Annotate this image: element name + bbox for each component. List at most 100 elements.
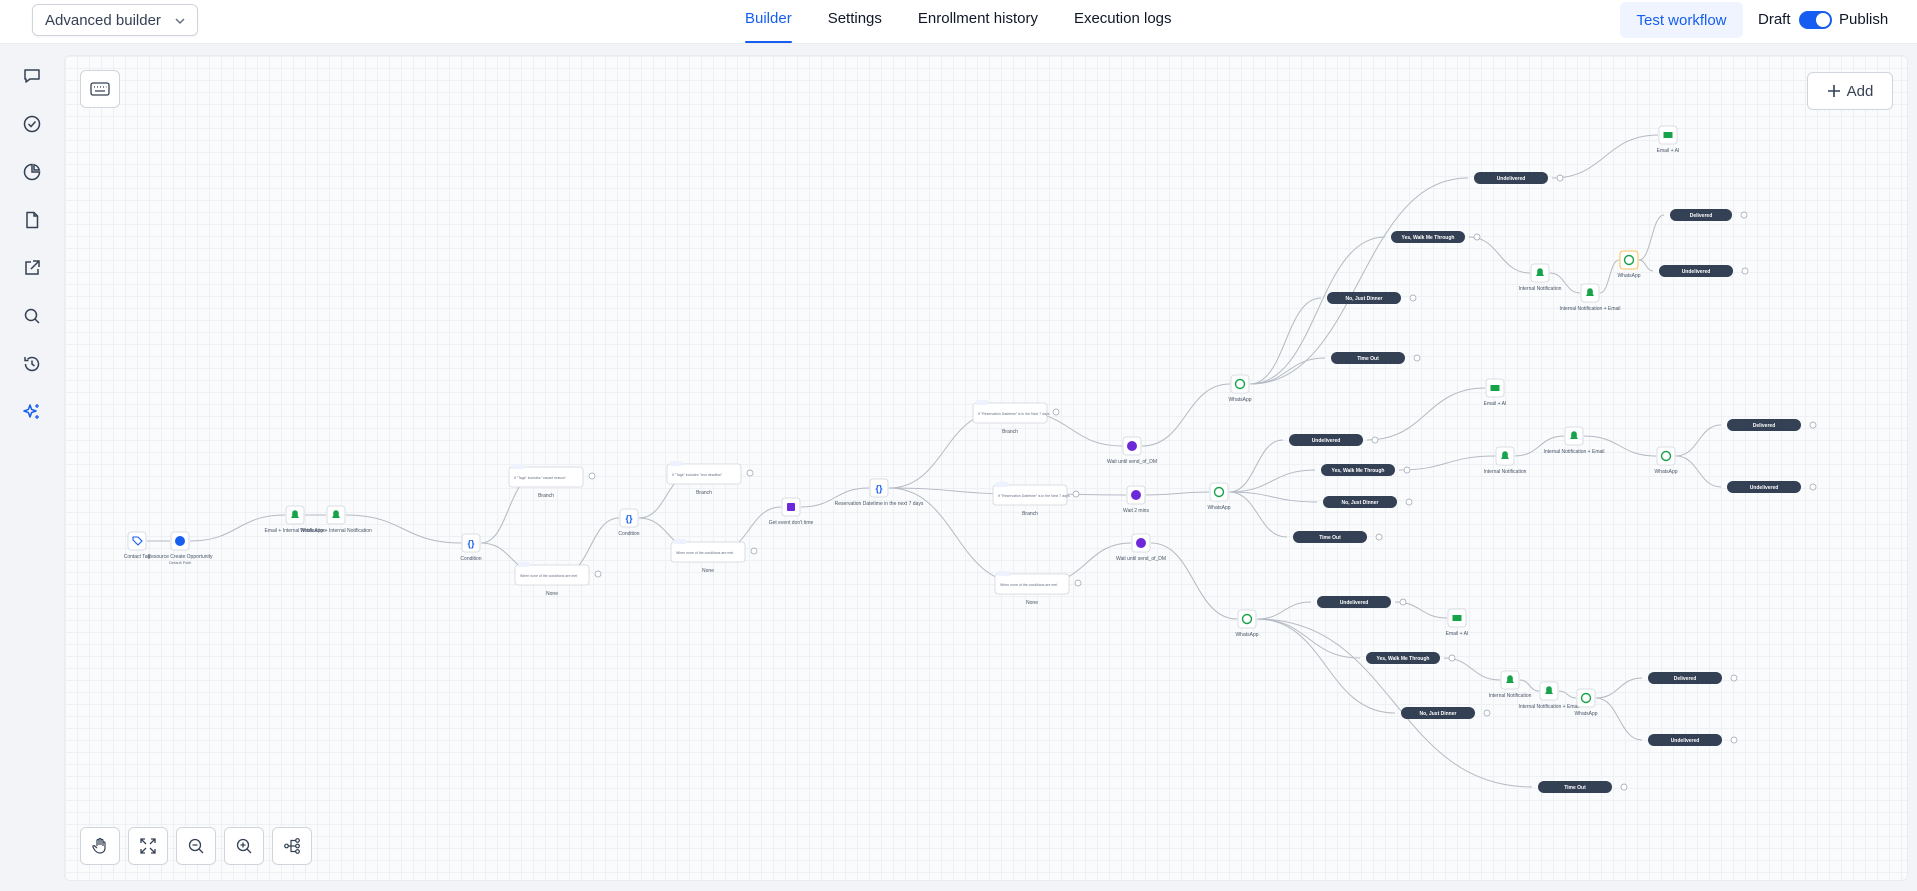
workflow-node[interactable]: WhatsApp (1574, 688, 1598, 717)
node-label: Reservation Datetime in the next 7 days (835, 501, 924, 507)
workflow-node[interactable]: Email + AI (1446, 608, 1469, 637)
status-pill[interactable]: Time Out (1538, 781, 1628, 793)
add-step-handle[interactable] (1730, 674, 1738, 682)
status-pill[interactable]: Yes, Walk Me Through (1366, 652, 1456, 664)
sidebar-item-search[interactable] (17, 301, 47, 331)
workflow-node[interactable]: WhatsApp (1228, 374, 1252, 403)
add-step-handle[interactable] (1371, 436, 1379, 444)
sidebar-item-chat[interactable] (17, 61, 47, 91)
add-step-handle[interactable] (1375, 533, 1383, 541)
workflow-node[interactable]: When none of the conditions are met None (514, 562, 602, 597)
workflow-node[interactable]: Internal Notification (1484, 446, 1527, 475)
pill-label: Undelivered (1671, 738, 1700, 744)
add-step-handle[interactable] (1399, 598, 1407, 606)
status-pill[interactable]: Undelivered (1727, 481, 1817, 493)
workflow-node[interactable]: Resource Create OpportunityDefault Path (147, 531, 213, 565)
keyboard-shortcuts-button[interactable] (80, 70, 120, 108)
add-step-handle[interactable] (1483, 709, 1491, 717)
workflow-node[interactable]: WhatsApp (1235, 609, 1259, 638)
add-step-handle[interactable] (1730, 736, 1738, 744)
tab-builder[interactable]: Builder (745, 0, 792, 44)
tab-settings[interactable]: Settings (828, 0, 882, 44)
status-pill[interactable]: Delivered (1648, 672, 1738, 684)
workflow-node[interactable]: Get event don't time (769, 497, 814, 526)
workflow-node[interactable]: Wait 2 mins (1123, 485, 1149, 514)
add-step-handle[interactable] (1809, 483, 1817, 491)
add-step-handle[interactable] (1403, 466, 1411, 474)
tab-execution-logs[interactable]: Execution logs (1074, 0, 1172, 44)
status-pill[interactable]: Undelivered (1659, 265, 1749, 277)
workflow-node[interactable]: WhatsApp + Internal Notification (300, 505, 372, 534)
workflow-node[interactable]: WhatsApp (1617, 250, 1641, 279)
sidebar-item-reports[interactable] (17, 157, 47, 187)
workflow-node[interactable]: If "Reservation Datetime" is in the Next… (992, 482, 1080, 517)
sidebar-item-tasks[interactable] (17, 109, 47, 139)
workflow-node[interactable]: Email + AI (1657, 125, 1680, 154)
status-pill[interactable]: No, Just Dinner (1323, 496, 1413, 508)
sidebar-item-history[interactable] (17, 349, 47, 379)
add-step-handle[interactable] (1556, 174, 1564, 182)
add-step-handle[interactable] (1409, 294, 1417, 302)
node-label: Internal Notification (1489, 693, 1532, 699)
workflow-node[interactable]: WhatsApp (1207, 482, 1231, 511)
status-pill[interactable]: Yes, Walk Me Through (1321, 464, 1411, 476)
tab-enrollment-history[interactable]: Enrollment history (918, 0, 1038, 44)
workflow-node[interactable]: Wait until send_of_DM (1116, 533, 1166, 562)
status-pill[interactable]: Yes, Walk Me Through (1391, 231, 1481, 243)
workflow-node[interactable]: When none of the conditions are met None (670, 539, 758, 574)
zoom-in-button[interactable] (224, 827, 264, 865)
workflow-node[interactable]: Internal Notification (1489, 670, 1532, 699)
workflow-edge (1519, 679, 1540, 692)
workflow-node[interactable]: When none of the conditions are met None (994, 571, 1082, 606)
add-step-handle[interactable] (1740, 211, 1748, 219)
main-tabs: Builder Settings Enrollment history Exec… (745, 0, 1208, 44)
sidebar-item-documents[interactable] (17, 205, 47, 235)
workflow-node[interactable]: Internal Notification (1519, 263, 1562, 292)
add-step-handle[interactable] (1413, 354, 1421, 362)
status-pill[interactable]: Delivered (1727, 419, 1817, 431)
fit-screen-button[interactable] (128, 827, 168, 865)
status-pill[interactable]: Time Out (1331, 352, 1421, 364)
workflow-canvas[interactable]: Contact Tag Resource Create Opportunity De… (64, 55, 1908, 881)
toggle-knob (1816, 13, 1830, 27)
workflow-node[interactable]: {} Condition (618, 508, 640, 537)
workflow-node[interactable]: WhatsApp (1654, 446, 1678, 475)
workflow-node[interactable]: If "Reservation Datetime" is in the Next… (972, 400, 1060, 435)
status-pill[interactable]: Undelivered (1648, 734, 1738, 746)
pill-label: Delivered (1753, 423, 1776, 429)
builder-mode-select[interactable]: Advanced builder (32, 4, 198, 36)
status-pill[interactable]: No, Just Dinner (1327, 292, 1417, 304)
pan-button[interactable] (80, 827, 120, 865)
node-condition-text: If "Tags" includes "vacant reason" (514, 476, 567, 480)
workflow-node[interactable]: If "Tags" includes "vacant reason" Branch (508, 464, 596, 499)
node-sublabel: Default Path (169, 560, 191, 565)
workflow-node[interactable]: Internal Notification + Email (1543, 426, 1605, 455)
add-step-handle[interactable] (1809, 421, 1817, 429)
add-step-handle[interactable] (1741, 267, 1749, 275)
left-sidebar (0, 45, 63, 891)
pill-label: No, Just Dinner (1420, 711, 1457, 717)
sidebar-item-share[interactable] (17, 253, 47, 283)
status-pill[interactable]: No, Just Dinner (1401, 707, 1491, 719)
workflow-node[interactable]: {} Condition (460, 533, 482, 562)
add-step-handle[interactable] (1473, 233, 1481, 241)
status-pill[interactable]: Undelivered (1474, 172, 1564, 184)
add-button[interactable]: Add (1807, 72, 1893, 110)
publish-toggle[interactable] (1799, 11, 1832, 29)
workflow-node[interactable]: Email + AI (1484, 378, 1507, 407)
status-pill[interactable]: Delivered (1670, 209, 1748, 221)
status-pill[interactable]: Undelivered (1289, 434, 1379, 446)
status-pill[interactable]: Time Out (1293, 531, 1383, 543)
keyboard-icon (90, 82, 110, 96)
auto-layout-button[interactable] (272, 827, 312, 865)
workflow-node[interactable]: Wait until send_of_DM (1107, 436, 1157, 465)
add-step-handle[interactable] (1620, 783, 1628, 791)
workflow-node[interactable]: If "Tags" includes "tour deadline" Branch (666, 461, 754, 496)
add-step-handle[interactable] (1405, 498, 1413, 506)
sidebar-item-ai[interactable] (17, 397, 47, 427)
zoom-out-button[interactable] (176, 827, 216, 865)
test-workflow-button[interactable]: Test workflow (1620, 2, 1743, 38)
status-pill[interactable]: Undelivered (1317, 596, 1407, 608)
add-step-handle[interactable] (1448, 654, 1456, 662)
workflow-edge (1595, 677, 1643, 699)
